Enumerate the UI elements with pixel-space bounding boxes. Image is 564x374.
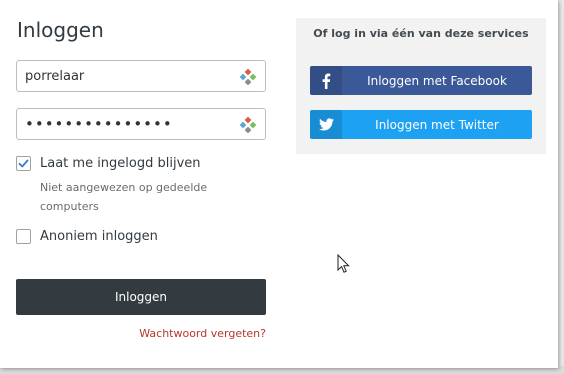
password-field[interactable] [16, 108, 266, 140]
facebook-login-button[interactable]: Inloggen met Facebook [310, 66, 532, 95]
anonymous-login-row[interactable]: Anoniem inloggen [16, 229, 158, 244]
anonymous-login-label: Anoniem inloggen [40, 229, 158, 244]
twitter-login-label: Inloggen met Twitter [375, 117, 499, 132]
facebook-icon [310, 66, 342, 95]
remember-me-hint: Niet aangewezen op gedeelde computers [40, 181, 208, 213]
login-button[interactable]: Inloggen [16, 279, 266, 315]
password-manager-icon[interactable] [240, 117, 256, 133]
mouse-cursor-icon [337, 254, 350, 273]
login-panel: Inloggen Laat me ingelogd blijven Niet a… [0, 0, 558, 368]
remember-me-checkbox[interactable] [16, 156, 31, 171]
remember-me-row[interactable]: Laat me ingelogd blijven [16, 156, 201, 171]
password-manager-icon[interactable] [240, 69, 256, 85]
social-login-box: Of log in via één van deze services Inlo… [296, 18, 546, 154]
facebook-login-label: Inloggen met Facebook [367, 73, 507, 88]
login-title: Inloggen [17, 18, 104, 42]
username-input[interactable] [25, 61, 235, 91]
forgot-password-link[interactable]: Wachtwoord vergeten? [139, 327, 266, 340]
username-field[interactable] [16, 60, 266, 92]
password-input[interactable] [25, 109, 235, 139]
anonymous-login-checkbox[interactable] [16, 229, 31, 244]
checkmark-icon [18, 159, 29, 168]
social-login-title: Of log in via één van deze services [313, 27, 529, 40]
twitter-login-button[interactable]: Inloggen met Twitter [310, 110, 532, 139]
twitter-icon [310, 110, 342, 139]
remember-me-label: Laat me ingelogd blijven [40, 156, 201, 171]
